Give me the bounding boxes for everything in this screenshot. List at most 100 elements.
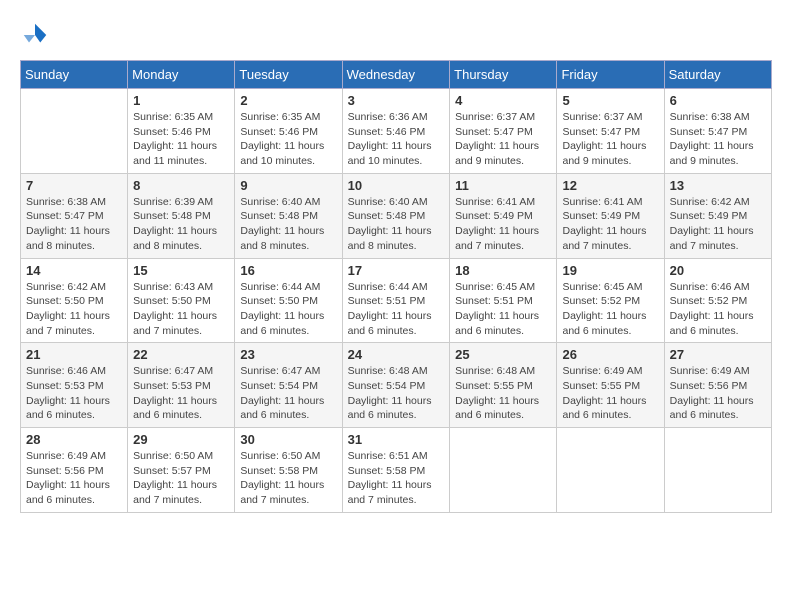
calendar-day-cell [21, 89, 128, 174]
day-info: Sunrise: 6:49 AM Sunset: 5:55 PM Dayligh… [562, 364, 658, 423]
sunrise-text: Sunrise: 6:47 AM [133, 364, 229, 379]
calendar-day-cell: 13 Sunrise: 6:42 AM Sunset: 5:49 PM Dayl… [664, 173, 771, 258]
sunrise-text: Sunrise: 6:35 AM [240, 110, 336, 125]
calendar-day-cell: 10 Sunrise: 6:40 AM Sunset: 5:48 PM Dayl… [342, 173, 450, 258]
sunrise-text: Sunrise: 6:49 AM [562, 364, 658, 379]
daylight-text: Daylight: 11 hours and 6 minutes. [26, 394, 122, 423]
sunset-text: Sunset: 5:55 PM [455, 379, 551, 394]
calendar-day-cell: 1 Sunrise: 6:35 AM Sunset: 5:46 PM Dayli… [128, 89, 235, 174]
day-number: 11 [455, 178, 551, 193]
calendar-day-cell [557, 428, 664, 513]
day-info: Sunrise: 6:45 AM Sunset: 5:52 PM Dayligh… [562, 280, 658, 339]
sunset-text: Sunset: 5:46 PM [133, 125, 229, 140]
day-info: Sunrise: 6:41 AM Sunset: 5:49 PM Dayligh… [455, 195, 551, 254]
logo-icon [20, 20, 50, 50]
day-of-week-header: Saturday [664, 61, 771, 89]
sunset-text: Sunset: 5:54 PM [240, 379, 336, 394]
daylight-text: Daylight: 11 hours and 11 minutes. [133, 139, 229, 168]
sunset-text: Sunset: 5:49 PM [455, 209, 551, 224]
sunrise-text: Sunrise: 6:50 AM [240, 449, 336, 464]
day-info: Sunrise: 6:50 AM Sunset: 5:58 PM Dayligh… [240, 449, 336, 508]
calendar-day-cell: 12 Sunrise: 6:41 AM Sunset: 5:49 PM Dayl… [557, 173, 664, 258]
calendar-day-cell: 17 Sunrise: 6:44 AM Sunset: 5:51 PM Dayl… [342, 258, 450, 343]
calendar-day-cell [664, 428, 771, 513]
calendar-week-row: 7 Sunrise: 6:38 AM Sunset: 5:47 PM Dayli… [21, 173, 772, 258]
day-info: Sunrise: 6:42 AM Sunset: 5:49 PM Dayligh… [670, 195, 766, 254]
day-info: Sunrise: 6:36 AM Sunset: 5:46 PM Dayligh… [348, 110, 445, 169]
daylight-text: Daylight: 11 hours and 8 minutes. [240, 224, 336, 253]
day-number: 30 [240, 432, 336, 447]
day-of-week-header: Tuesday [235, 61, 342, 89]
day-number: 9 [240, 178, 336, 193]
sunset-text: Sunset: 5:46 PM [240, 125, 336, 140]
daylight-text: Daylight: 11 hours and 6 minutes. [562, 309, 658, 338]
sunset-text: Sunset: 5:48 PM [348, 209, 445, 224]
day-number: 22 [133, 347, 229, 362]
sunset-text: Sunset: 5:47 PM [26, 209, 122, 224]
sunset-text: Sunset: 5:53 PM [133, 379, 229, 394]
day-number: 5 [562, 93, 658, 108]
sunrise-text: Sunrise: 6:40 AM [240, 195, 336, 210]
daylight-text: Daylight: 11 hours and 6 minutes. [240, 309, 336, 338]
daylight-text: Daylight: 11 hours and 7 minutes. [562, 224, 658, 253]
sunrise-text: Sunrise: 6:38 AM [670, 110, 766, 125]
daylight-text: Daylight: 11 hours and 10 minutes. [240, 139, 336, 168]
sunrise-text: Sunrise: 6:37 AM [562, 110, 658, 125]
day-info: Sunrise: 6:48 AM Sunset: 5:55 PM Dayligh… [455, 364, 551, 423]
sunrise-text: Sunrise: 6:42 AM [26, 280, 122, 295]
day-info: Sunrise: 6:38 AM Sunset: 5:47 PM Dayligh… [670, 110, 766, 169]
day-info: Sunrise: 6:45 AM Sunset: 5:51 PM Dayligh… [455, 280, 551, 339]
day-number: 21 [26, 347, 122, 362]
day-info: Sunrise: 6:40 AM Sunset: 5:48 PM Dayligh… [348, 195, 445, 254]
day-info: Sunrise: 6:35 AM Sunset: 5:46 PM Dayligh… [133, 110, 229, 169]
day-number: 7 [26, 178, 122, 193]
day-of-week-header: Sunday [21, 61, 128, 89]
daylight-text: Daylight: 11 hours and 7 minutes. [26, 309, 122, 338]
daylight-text: Daylight: 11 hours and 7 minutes. [455, 224, 551, 253]
daylight-text: Daylight: 11 hours and 9 minutes. [455, 139, 551, 168]
day-number: 6 [670, 93, 766, 108]
sunset-text: Sunset: 5:46 PM [348, 125, 445, 140]
sunrise-text: Sunrise: 6:51 AM [348, 449, 445, 464]
day-number: 4 [455, 93, 551, 108]
day-number: 24 [348, 347, 445, 362]
sunrise-text: Sunrise: 6:45 AM [562, 280, 658, 295]
daylight-text: Daylight: 11 hours and 6 minutes. [348, 394, 445, 423]
sunrise-text: Sunrise: 6:43 AM [133, 280, 229, 295]
sunrise-text: Sunrise: 6:44 AM [348, 280, 445, 295]
day-info: Sunrise: 6:37 AM Sunset: 5:47 PM Dayligh… [455, 110, 551, 169]
daylight-text: Daylight: 11 hours and 8 minutes. [26, 224, 122, 253]
sunset-text: Sunset: 5:51 PM [348, 294, 445, 309]
sunrise-text: Sunrise: 6:49 AM [670, 364, 766, 379]
daylight-text: Daylight: 11 hours and 6 minutes. [562, 394, 658, 423]
calendar-day-cell: 29 Sunrise: 6:50 AM Sunset: 5:57 PM Dayl… [128, 428, 235, 513]
page-header [20, 20, 772, 50]
day-number: 20 [670, 263, 766, 278]
sunset-text: Sunset: 5:56 PM [26, 464, 122, 479]
day-info: Sunrise: 6:46 AM Sunset: 5:52 PM Dayligh… [670, 280, 766, 339]
sunset-text: Sunset: 5:47 PM [670, 125, 766, 140]
day-number: 15 [133, 263, 229, 278]
daylight-text: Daylight: 11 hours and 6 minutes. [348, 309, 445, 338]
daylight-text: Daylight: 11 hours and 6 minutes. [26, 478, 122, 507]
day-info: Sunrise: 6:44 AM Sunset: 5:51 PM Dayligh… [348, 280, 445, 339]
calendar-week-row: 1 Sunrise: 6:35 AM Sunset: 5:46 PM Dayli… [21, 89, 772, 174]
day-info: Sunrise: 6:44 AM Sunset: 5:50 PM Dayligh… [240, 280, 336, 339]
calendar-day-cell: 6 Sunrise: 6:38 AM Sunset: 5:47 PM Dayli… [664, 89, 771, 174]
daylight-text: Daylight: 11 hours and 7 minutes. [240, 478, 336, 507]
sunset-text: Sunset: 5:52 PM [670, 294, 766, 309]
day-info: Sunrise: 6:49 AM Sunset: 5:56 PM Dayligh… [670, 364, 766, 423]
day-info: Sunrise: 6:43 AM Sunset: 5:50 PM Dayligh… [133, 280, 229, 339]
day-number: 31 [348, 432, 445, 447]
calendar-day-cell: 21 Sunrise: 6:46 AM Sunset: 5:53 PM Dayl… [21, 343, 128, 428]
calendar-day-cell: 26 Sunrise: 6:49 AM Sunset: 5:55 PM Dayl… [557, 343, 664, 428]
day-info: Sunrise: 6:51 AM Sunset: 5:58 PM Dayligh… [348, 449, 445, 508]
calendar-day-cell: 27 Sunrise: 6:49 AM Sunset: 5:56 PM Dayl… [664, 343, 771, 428]
sunrise-text: Sunrise: 6:37 AM [455, 110, 551, 125]
sunset-text: Sunset: 5:49 PM [670, 209, 766, 224]
sunset-text: Sunset: 5:48 PM [240, 209, 336, 224]
daylight-text: Daylight: 11 hours and 9 minutes. [670, 139, 766, 168]
day-number: 25 [455, 347, 551, 362]
sunset-text: Sunset: 5:49 PM [562, 209, 658, 224]
calendar-day-cell: 11 Sunrise: 6:41 AM Sunset: 5:49 PM Dayl… [450, 173, 557, 258]
